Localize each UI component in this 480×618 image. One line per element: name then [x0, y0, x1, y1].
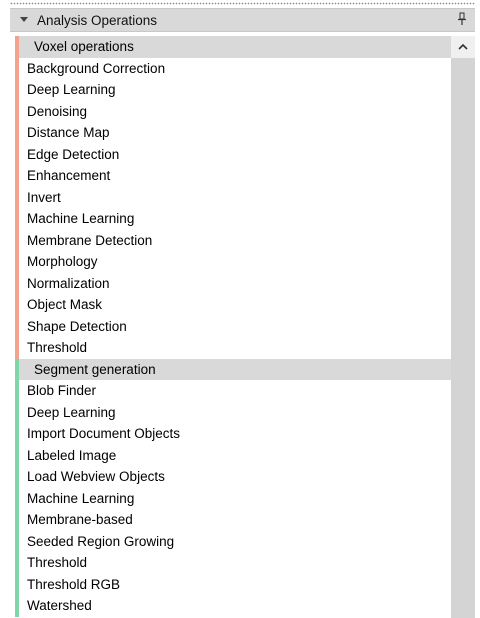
group-color-bar — [15, 380, 19, 402]
group-color-bar — [15, 530, 19, 552]
operation-label: Load Webview Objects — [27, 469, 165, 484]
operation-item[interactable]: Object Mask — [15, 294, 451, 316]
group-color-bar — [15, 165, 19, 187]
operation-label: Labeled Image — [27, 447, 117, 463]
operation-label: Threshold — [27, 340, 88, 355]
group-color-bar — [15, 36, 19, 58]
operations-list: Voxel operations Background Correction Dee… — [15, 36, 451, 618]
operation-item[interactable]: Machine Learning — [15, 208, 451, 230]
group-header[interactable]: Segment generation — [15, 358, 451, 380]
operation-label: Machine Learning — [27, 211, 135, 226]
operation-item[interactable]: Denoising — [15, 100, 451, 122]
operation-label: Threshold — [27, 555, 88, 570]
operation-item[interactable]: Watershed — [15, 595, 451, 617]
operation-label: Normalization — [27, 275, 110, 291]
group-color-bar — [15, 552, 19, 574]
operation-item[interactable]: Enhancement — [15, 165, 451, 187]
group-color-bar — [15, 186, 19, 208]
group-color-bar — [15, 229, 19, 251]
chevron-up-icon — [458, 43, 468, 50]
operation-label: Enhancement — [27, 168, 111, 183]
group-color-bar — [15, 337, 19, 359]
group-color-bar — [15, 358, 19, 380]
operation-item[interactable]: Shape Detection — [15, 315, 451, 337]
operation-label: Shape Detection — [27, 318, 127, 334]
group-color-bar — [15, 595, 19, 617]
operation-item[interactable]: Load Webview Objects — [15, 466, 451, 488]
group-header[interactable]: Voxel operations — [15, 36, 451, 58]
operation-label: Object Mask — [27, 297, 103, 312]
triangle-down-icon[interactable] — [20, 17, 28, 22]
group-color-bar — [15, 444, 19, 466]
operation-label: Denoising — [27, 103, 88, 119]
operation-item[interactable]: Invert — [15, 186, 451, 208]
operation-item[interactable]: Deep Learning — [15, 79, 451, 101]
operation-item[interactable]: Membrane-based — [15, 509, 451, 531]
group-color-bar — [15, 100, 19, 122]
group-color-bar — [15, 251, 19, 273]
group-color-bar — [15, 423, 19, 445]
analysis-operations-panel: Analysis Operations Voxel operations Back… — [0, 0, 480, 618]
operation-item[interactable]: Normalization — [15, 272, 451, 294]
group-color-bar — [15, 573, 19, 595]
operation-label: Edge Detection — [27, 146, 120, 162]
group-color-bar — [15, 294, 19, 316]
operation-label: Deep Learning — [27, 404, 116, 420]
operation-item[interactable]: Edge Detection — [15, 143, 451, 165]
group-color-bar — [15, 57, 19, 79]
operation-item[interactable]: Membrane Detection — [15, 229, 451, 251]
group-color-bar — [15, 466, 19, 488]
operation-label: Seeded Region Growing — [27, 533, 175, 549]
operation-label: Morphology — [27, 254, 98, 269]
operation-item[interactable]: Labeled Image — [15, 444, 451, 466]
operation-item[interactable]: Threshold RGB — [15, 573, 451, 595]
operation-item[interactable]: Morphology — [15, 251, 451, 273]
group-color-bar — [15, 509, 19, 531]
operation-label: Deep Learning — [27, 82, 116, 97]
operation-label: Distance Map — [27, 125, 110, 140]
panel-drag-grip[interactable] — [10, 2, 475, 5]
scroll-up-button[interactable] — [451, 36, 475, 58]
operation-label: Import Document Objects — [27, 426, 181, 441]
group-color-bar — [15, 401, 19, 423]
operation-label: Watershed — [27, 598, 92, 613]
group-color-bar — [15, 487, 19, 509]
group-color-bar — [15, 122, 19, 144]
group-label: Segment generation — [34, 361, 156, 377]
operation-item[interactable]: Blob Finder — [15, 380, 451, 402]
operation-label: Membrane-based — [27, 512, 133, 527]
group-label: Voxel operations — [34, 39, 134, 54]
operation-label: Blob Finder — [27, 383, 97, 398]
operation-item[interactable]: Machine Learning — [15, 487, 451, 509]
operation-item[interactable]: Background Correction — [15, 57, 451, 79]
panel-title: Analysis Operations — [37, 13, 158, 28]
operation-label: Threshold RGB — [27, 576, 121, 592]
operation-item[interactable]: Threshold — [15, 337, 451, 359]
operation-label: Machine Learning — [27, 490, 135, 506]
group-color-bar — [15, 143, 19, 165]
operation-item[interactable]: Threshold — [15, 552, 451, 574]
pin-icon[interactable] — [456, 12, 468, 28]
vertical-scrollbar[interactable] — [451, 36, 475, 618]
operation-label: Background Correction — [27, 60, 166, 76]
group-color-bar — [15, 272, 19, 294]
operation-label: Membrane Detection — [27, 232, 153, 248]
group-color-bar — [15, 208, 19, 230]
operation-item[interactable]: Distance Map — [15, 122, 451, 144]
panel-header[interactable]: Analysis Operations — [10, 8, 475, 32]
operation-label: Invert — [27, 189, 61, 205]
operation-item[interactable]: Import Document Objects — [15, 423, 451, 445]
group-color-bar — [15, 79, 19, 101]
group-color-bar — [15, 315, 19, 337]
operation-item[interactable]: Seeded Region Growing — [15, 530, 451, 552]
operation-item[interactable]: Deep Learning — [15, 401, 451, 423]
